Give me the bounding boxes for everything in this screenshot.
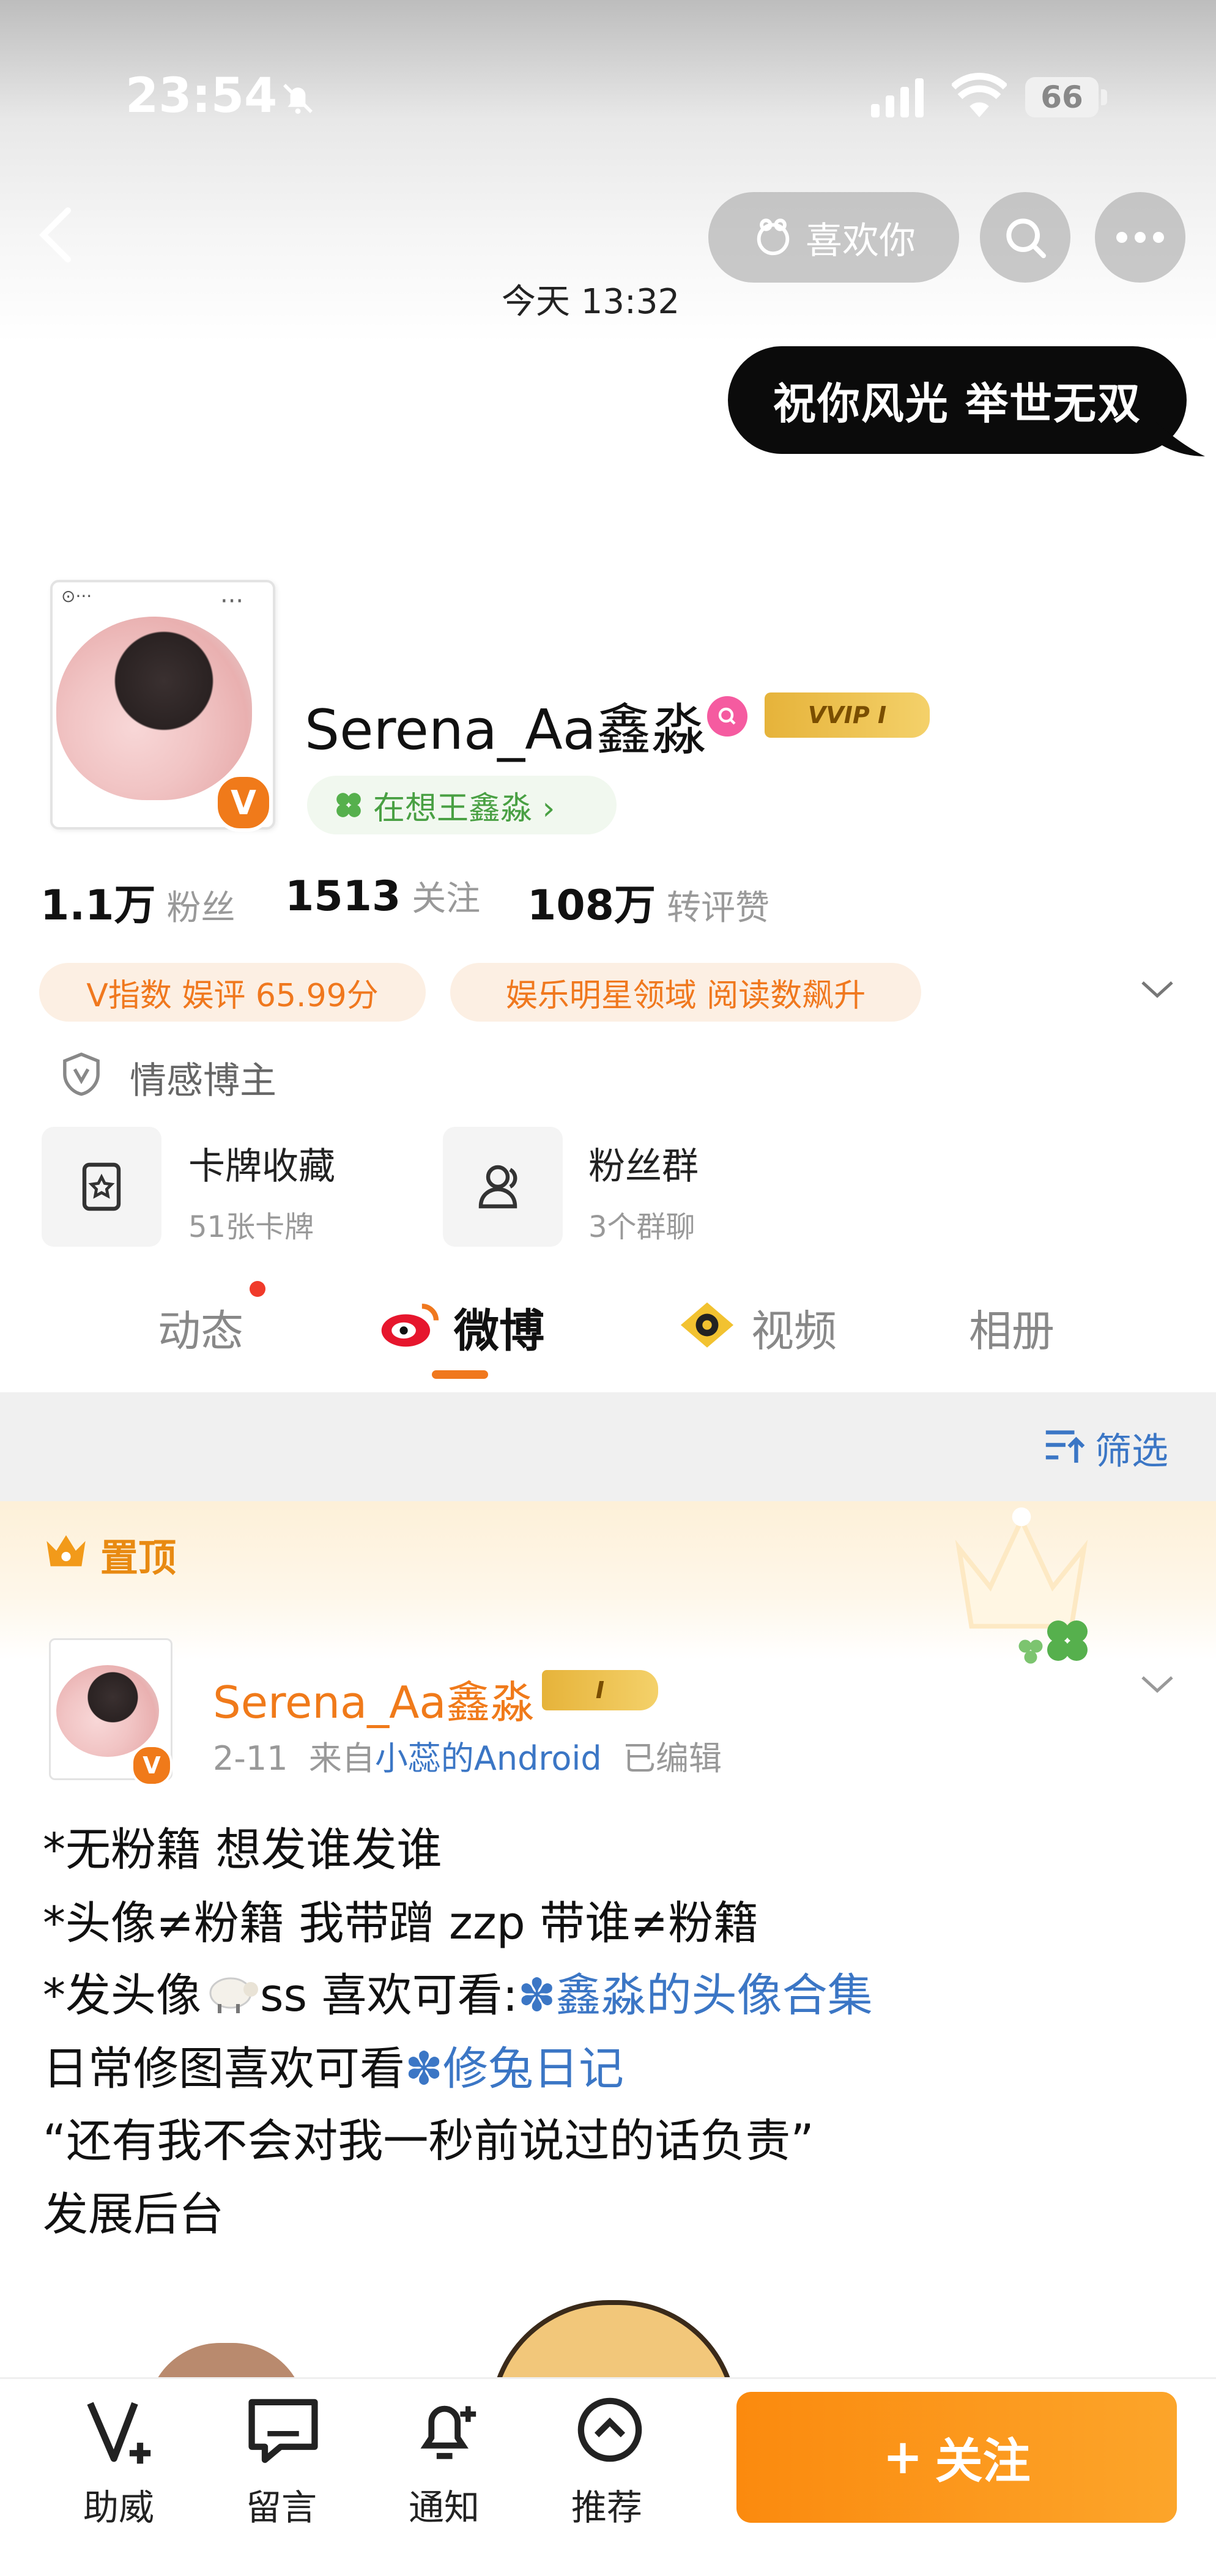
bell-plus-icon[interactable] bbox=[407, 2393, 487, 2467]
pinned-label: 置顶 bbox=[100, 1535, 177, 1580]
nav-recommend-label[interactable]: 推荐 bbox=[571, 2479, 642, 2530]
avatar-collection-link-text: 鑫淼的头像合集 bbox=[555, 1969, 873, 2022]
chat-message[interactable]: 祝你风光 举世无双 bbox=[728, 346, 1187, 454]
chevron-down-icon[interactable] bbox=[1139, 978, 1176, 1002]
post-meta: 2-11 来自小蕊的Android 已编辑 bbox=[213, 1731, 722, 1780]
post-avatar[interactable] bbox=[56, 1665, 159, 1757]
post-edited: 已编辑 bbox=[623, 1739, 722, 1778]
bear-icon bbox=[757, 218, 790, 256]
stat-likes-label: 转评赞 bbox=[666, 888, 769, 928]
post-line-4a: 日常修图喜欢可看 bbox=[43, 2043, 405, 2095]
plus-icon: + bbox=[883, 2430, 923, 2485]
search-badge-icon bbox=[718, 707, 736, 725]
post-line-1: *无粉籍 想发谁发谁 bbox=[43, 1824, 442, 1876]
follow-button[interactable]: + 关注 bbox=[736, 2392, 1177, 2523]
post-line-2: *头像≠粉籍 我带蹭 zzp 带谁≠粉籍 bbox=[43, 1897, 759, 1950]
post-line-3b: ss 喜欢可看: bbox=[260, 1969, 518, 2022]
post-verified-badge: V bbox=[131, 1745, 172, 1786]
search-button[interactable] bbox=[980, 192, 1070, 283]
profile-name: Serena_Aa鑫淼 bbox=[305, 698, 706, 762]
card-collection-icon-wrap[interactable] bbox=[42, 1127, 161, 1247]
shield-v-icon bbox=[63, 1052, 100, 1096]
battery-indicator: 66 bbox=[1025, 77, 1099, 117]
cheer-v-icon[interactable] bbox=[82, 2396, 161, 2469]
avatar-mini-header: ⊙··· bbox=[61, 586, 92, 606]
stat-fans-label: 粉丝 bbox=[166, 888, 235, 928]
post-vip-badge: I bbox=[542, 1670, 658, 1710]
post-menu-chevron-icon[interactable] bbox=[1139, 1672, 1176, 1697]
mute-bell-icon bbox=[283, 84, 313, 114]
clover-icon bbox=[336, 793, 361, 817]
recommend-up-icon[interactable] bbox=[570, 2393, 650, 2467]
verified-v-badge: V bbox=[214, 773, 273, 832]
card-collection-icon bbox=[82, 1162, 121, 1211]
signal-icon bbox=[871, 78, 924, 117]
stat-fans[interactable]: 1.1万 粉丝 bbox=[40, 871, 235, 932]
filter-icon[interactable] bbox=[1042, 1423, 1085, 1467]
status-time: 23:54 bbox=[125, 69, 278, 124]
stat-following[interactable]: 1513 关注 bbox=[285, 871, 480, 921]
filter-button[interactable]: 筛选 bbox=[1095, 1422, 1168, 1475]
blogger-type-label: 情感博主 bbox=[130, 1060, 276, 1102]
fan-group-icon-wrap[interactable] bbox=[443, 1127, 563, 1247]
stat-fans-num: 1.1万 bbox=[40, 882, 156, 930]
nav-message-label[interactable]: 留言 bbox=[246, 2479, 317, 2530]
tab-weibo[interactable]: 微博 bbox=[454, 1294, 544, 1360]
group-icon bbox=[478, 1165, 517, 1209]
search-icon bbox=[1006, 218, 1046, 258]
active-tab-underline bbox=[432, 1370, 488, 1379]
post-date: 2-11 bbox=[213, 1739, 288, 1778]
chat-bubble-tail bbox=[1156, 422, 1205, 456]
card-collection-sub: 51张卡牌 bbox=[188, 1210, 314, 1244]
clover-decoration-icon bbox=[1018, 1620, 1088, 1664]
v-index-pill[interactable]: V指数 娱评 65.99分 bbox=[39, 963, 426, 1022]
weibo-icon bbox=[381, 1304, 439, 1347]
sheep-emoji-icon bbox=[201, 1970, 260, 2016]
post-line-3a: *发头像 bbox=[43, 1969, 201, 2022]
domain-pill[interactable]: 娱乐明星领域 阅读数飙升 bbox=[450, 963, 921, 1022]
post-line-4: 日常修图喜欢可看✽修兔日记 bbox=[43, 2032, 624, 2098]
post-source[interactable]: 小蕊的Android bbox=[375, 1739, 602, 1778]
avatar[interactable] bbox=[56, 617, 252, 800]
fan-group-sub: 3个群聊 bbox=[588, 1210, 695, 1244]
pink-badge-icon[interactable] bbox=[707, 696, 747, 737]
thinking-tag-label: 在想王鑫淼 › bbox=[373, 790, 555, 827]
like-button[interactable]: 喜欢你 bbox=[708, 192, 959, 283]
stat-following-num: 1513 bbox=[285, 872, 401, 921]
back-icon[interactable] bbox=[34, 204, 77, 265]
thinking-tag[interactable]: 在想王鑫淼 › bbox=[307, 776, 617, 834]
post-source-prefix: 来自 bbox=[308, 1739, 375, 1778]
message-icon[interactable] bbox=[243, 2394, 323, 2468]
nav-cheer-label[interactable]: 助威 bbox=[83, 2479, 154, 2530]
post-line-6: 发展后台 bbox=[43, 2188, 224, 2241]
notification-dot bbox=[250, 1281, 265, 1297]
post-line-3: *发头像 ss 喜欢可看:✽鑫淼的头像合集 bbox=[43, 1959, 873, 2024]
more-button[interactable] bbox=[1095, 192, 1185, 283]
more-icon bbox=[1116, 232, 1164, 243]
wifi-icon bbox=[952, 73, 1007, 117]
stat-likes[interactable]: 108万 转评赞 bbox=[527, 871, 769, 932]
fan-group-title[interactable]: 粉丝群 bbox=[588, 1137, 699, 1190]
tab-dynamics[interactable]: 动态 bbox=[158, 1297, 243, 1359]
tab-album[interactable]: 相册 bbox=[969, 1297, 1055, 1359]
follow-button-label: 关注 bbox=[935, 2434, 1031, 2489]
crown-icon bbox=[46, 1535, 86, 1567]
like-label: 喜欢你 bbox=[806, 219, 916, 262]
card-collection-title[interactable]: 卡牌收藏 bbox=[188, 1137, 335, 1190]
edit-diary-link[interactable]: ✽修兔日记 bbox=[405, 2043, 624, 2095]
video-icon bbox=[680, 1302, 734, 1348]
battery-nub bbox=[1101, 89, 1107, 105]
tab-video[interactable]: 视频 bbox=[751, 1297, 837, 1359]
stat-likes-num: 108万 bbox=[527, 882, 656, 930]
stat-following-label: 关注 bbox=[412, 879, 481, 919]
avatar-dots-icon: ··· bbox=[220, 587, 244, 615]
vvip-badge[interactable]: VVIP I bbox=[765, 692, 930, 738]
filter-bar bbox=[0, 1392, 1216, 1501]
post-author[interactable]: Serena_Aa鑫淼 bbox=[213, 1666, 534, 1731]
post-line-5: “还有我不会对我一秒前说过的话负责” bbox=[43, 2115, 814, 2167]
avatar-collection-link[interactable]: ✽鑫淼的头像合集 bbox=[518, 1969, 873, 2022]
chat-timestamp: 今天 13:32 bbox=[502, 282, 680, 322]
edit-diary-link-text: 修兔日记 bbox=[443, 2043, 625, 2095]
nav-notify-label[interactable]: 通知 bbox=[409, 2479, 480, 2530]
